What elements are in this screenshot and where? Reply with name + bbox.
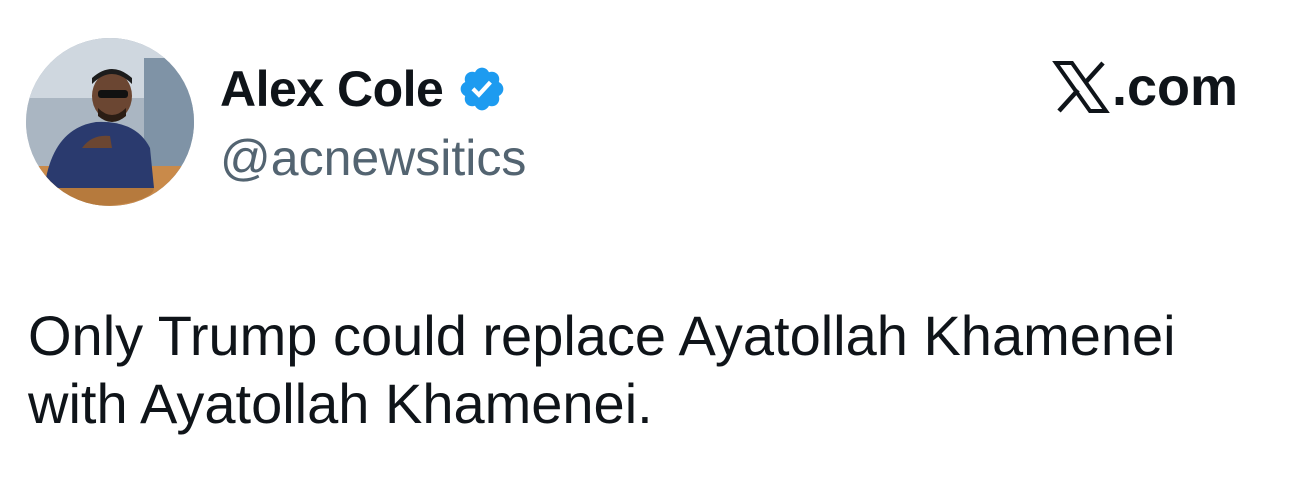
author-handle[interactable]: @acnewsitics xyxy=(220,128,526,188)
brand-watermark: .com xyxy=(1052,60,1238,114)
brand-domain-label: .com xyxy=(1111,57,1238,117)
avatar[interactable] xyxy=(26,38,194,206)
tweet-text: Only Trump could replace Ayatollah Khame… xyxy=(28,304,1176,436)
author-display-name[interactable]: Alex Cole xyxy=(220,64,444,114)
x-logo-icon xyxy=(1052,60,1110,114)
avatar-photo-icon xyxy=(26,38,194,206)
verified-badge-icon xyxy=(457,64,507,114)
author-name-row[interactable]: Alex Cole xyxy=(220,58,507,120)
